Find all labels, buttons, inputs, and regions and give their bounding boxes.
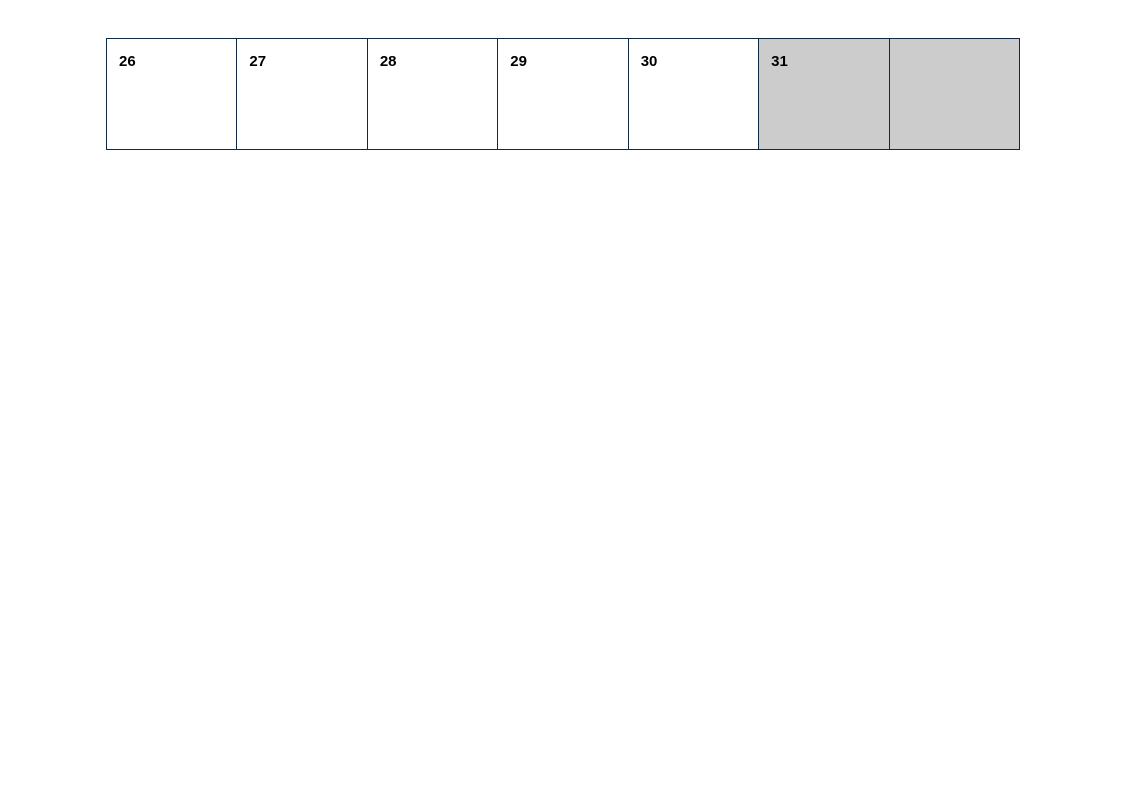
calendar-day-cell[interactable]: 27 (237, 39, 367, 149)
day-number: 31 (771, 53, 788, 70)
calendar-day-cell[interactable]: 29 (498, 39, 628, 149)
calendar-day-cell[interactable]: 28 (368, 39, 498, 149)
day-number: 27 (249, 53, 266, 70)
calendar-week-row: 26 27 28 29 30 31 (106, 38, 1020, 150)
day-number: 30 (641, 53, 658, 70)
day-number: 28 (380, 53, 397, 70)
calendar-day-cell[interactable] (890, 39, 1019, 149)
calendar-day-cell[interactable]: 26 (107, 39, 237, 149)
day-number: 26 (119, 53, 136, 70)
day-number: 29 (510, 53, 527, 70)
calendar-day-cell[interactable]: 30 (629, 39, 759, 149)
calendar-day-cell[interactable]: 31 (759, 39, 889, 149)
